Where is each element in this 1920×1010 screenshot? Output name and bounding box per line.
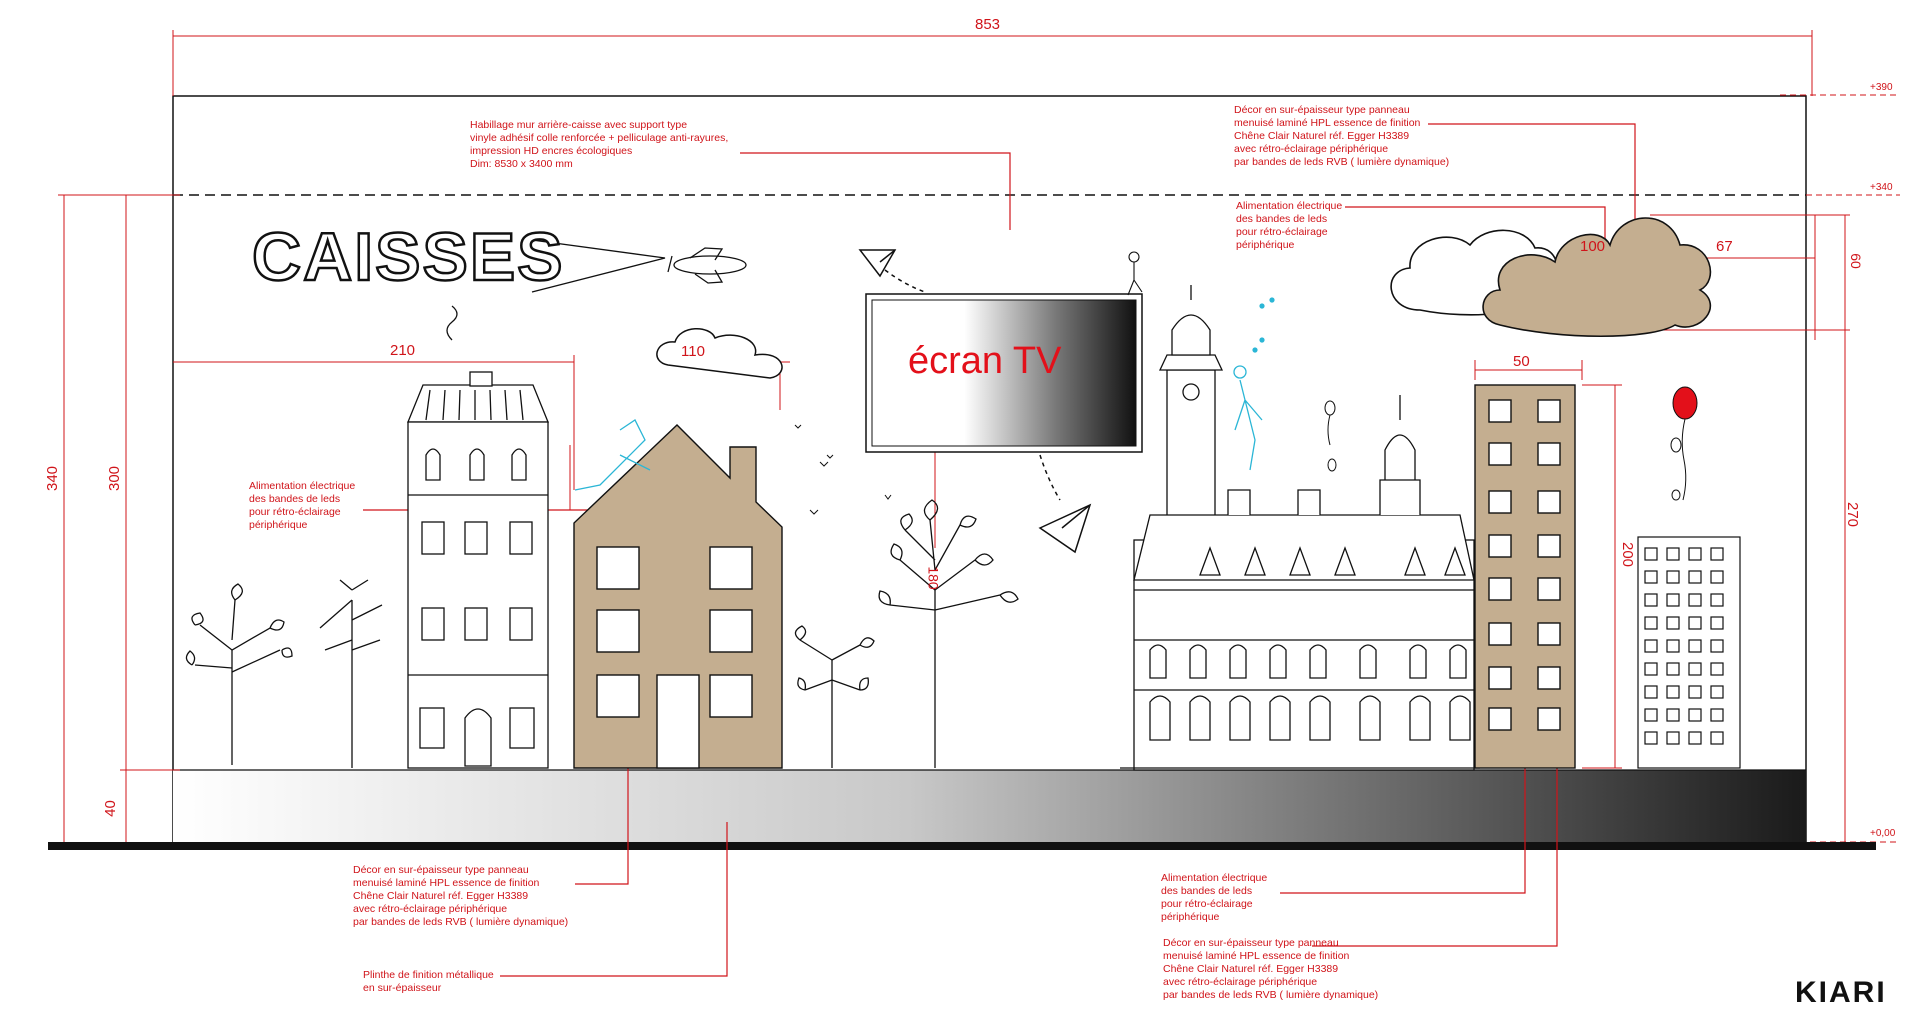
house-wood <box>573 424 783 769</box>
note-line: par bandes de leds RVB ( lumière dynamiq… <box>1163 989 1379 1001</box>
dim-total-width: 853 <box>975 16 1001 33</box>
dim-cloud-110: 110 <box>681 343 705 360</box>
note-line: vinyle adhésif colle renforcée + pellicu… <box>470 132 729 144</box>
note-line: Décor en sur-épaisseur type panneau <box>1163 937 1339 949</box>
dim-plinth-40: 40 <box>101 800 119 817</box>
metal-plinth <box>48 769 1876 850</box>
note-plinth: Plinthe de finition métallique en sur-ép… <box>363 969 494 995</box>
note-power-top: Alimentation électrique des bandes de le… <box>1236 200 1342 252</box>
note-line: par bandes de leds RVB ( lumière dynamiq… <box>1234 156 1450 168</box>
dim-cloud-67: 67 <box>1716 238 1733 255</box>
note-line: Chêne Clair Naturel réf. Egger H3389 <box>353 890 529 902</box>
note-line: menuisé laminé HPL essence de finition <box>1234 117 1421 129</box>
note-line: Chêne Clair Naturel réf. Egger H3389 <box>1163 963 1339 975</box>
dim-height-340: 340 <box>44 465 62 492</box>
note-line: des bandes de leds <box>1236 213 1328 225</box>
tower-wood <box>1474 384 1576 769</box>
dim-house-210: 210 <box>390 342 416 359</box>
music-notes-icon <box>1252 297 1275 353</box>
note-line: en sur-épaisseur <box>363 982 442 994</box>
dim-right-60: 60 <box>1847 253 1864 269</box>
note-line: Habillage mur arrière-caisse avec suppor… <box>470 119 688 131</box>
note-line: périphérique <box>1236 239 1295 251</box>
note-line: Décor en sur-épaisseur type panneau <box>1234 104 1410 116</box>
note-decor-top: Décor en sur-épaisseur type panneau menu… <box>1234 104 1449 169</box>
note-line: avec rétro-éclairage périphérique <box>1234 143 1389 155</box>
note-line: Plinthe de finition métallique <box>363 969 494 981</box>
tv-screen-label: écran TV <box>908 340 1062 382</box>
dim-tower-200: 200 <box>1619 541 1637 568</box>
note-line: avec rétro-éclairage périphérique <box>353 903 508 915</box>
note-line: périphérique <box>249 519 308 531</box>
note-line: périphérique <box>1161 911 1220 923</box>
note-line: menuisé laminé HPL essence de finition <box>1163 950 1350 962</box>
paper-plane-top-icon <box>858 249 926 293</box>
note-line: menuisé laminé HPL essence de finition <box>353 877 540 889</box>
corner-logo-text: KIARI <box>1795 976 1887 1009</box>
note-line: impression HD encres écologiques <box>470 145 633 157</box>
paper-plane-bottom-icon <box>1038 454 1092 554</box>
note-line: pour rétro-éclairage <box>1161 898 1253 910</box>
note-line: Dim: 8530 x 3400 mm <box>470 158 573 170</box>
note-line: avec rétro-éclairage périphérique <box>1163 976 1318 988</box>
dim-cloud-100: 100 <box>1580 238 1606 255</box>
note-power-left: Alimentation électrique des bandes de le… <box>249 480 355 532</box>
dim-right-270: 270 <box>1844 501 1862 528</box>
note-decor-bottom-left: Décor en sur-épaisseur type panneau menu… <box>353 864 568 929</box>
note-line: pour rétro-éclairage <box>249 506 341 518</box>
note-line: Alimentation électrique <box>1161 872 1268 884</box>
caisses-title: CAISSES <box>251 218 565 297</box>
dim-tree-180: 180 <box>925 566 942 590</box>
dim-tower-50: 50 <box>1513 353 1530 370</box>
city-hall-building <box>1120 285 1480 771</box>
building-left <box>407 305 549 769</box>
note-line: Chêne Clair Naturel réf. Egger H3389 <box>1234 130 1410 142</box>
note-line: Alimentation électrique <box>249 480 356 492</box>
note-line: Décor en sur-épaisseur type panneau <box>353 864 529 876</box>
building-right <box>1637 536 1741 769</box>
note-decor-bottom-right: Décor en sur-épaisseur type panneau menu… <box>1163 937 1378 1002</box>
level-dashed: +340 <box>1870 182 1893 193</box>
level-floor: +0,00 <box>1870 828 1896 839</box>
note-power-bottom-right: Alimentation électrique des bandes de le… <box>1161 872 1267 924</box>
elevation-drawing: CAISSES écran TV 853 340 300 40 210 110 … <box>0 0 1920 1009</box>
note-line: pour rétro-éclairage <box>1236 226 1328 238</box>
note-line: par bandes de leds RVB ( lumière dynamiq… <box>353 916 569 928</box>
note-line: Alimentation électrique <box>1236 200 1343 212</box>
cloud-left <box>656 328 783 379</box>
note-line: des bandes de leds <box>1161 885 1253 897</box>
note-line: des bandes de leds <box>249 493 341 505</box>
dim-height-300: 300 <box>106 465 124 492</box>
figure-sitting <box>1127 251 1143 296</box>
level-top: +390 <box>1870 82 1893 93</box>
note-wall-covering: Habillage mur arrière-caisse avec suppor… <box>470 119 728 171</box>
